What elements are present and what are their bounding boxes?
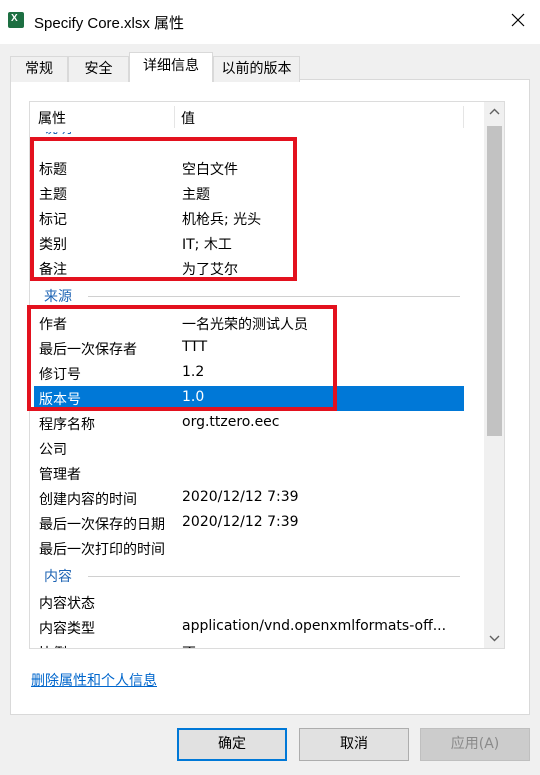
property-row[interactable]: 公司	[34, 436, 464, 461]
property-key: 程序名称	[39, 417, 95, 433]
property-key: 主题	[39, 187, 67, 203]
window-title: Specify Core.xlsx 属性	[34, 15, 185, 32]
property-value[interactable]: 主题	[182, 184, 210, 204]
excel-file-icon	[8, 12, 24, 28]
scroll-down-arrow-icon[interactable]	[484, 628, 504, 648]
ok-button[interactable]: 确定	[177, 728, 287, 761]
property-row[interactable]: 内容类型 application/vnd.openxmlformats-off..…	[34, 615, 464, 640]
property-key: 最后一次打印的时间	[39, 542, 165, 558]
group-divider	[88, 576, 460, 577]
cancel-button[interactable]: 取消	[299, 728, 409, 761]
list-body: 说明 标题 空白文件 主题 主题 标记 机枪兵; 光头 类别 IT; 木工 备注 为了艾尔…	[30, 132, 484, 648]
property-key: 备注	[39, 262, 67, 278]
property-row[interactable]: 标题 空白文件	[34, 156, 464, 181]
property-value[interactable]: 空白文件	[182, 159, 238, 179]
property-row[interactable]: 最后一次保存者 TTT	[34, 336, 464, 361]
tab-previous-versions[interactable]: 以前的版本	[213, 56, 300, 82]
property-value[interactable]: 2020/12/12 7:39	[182, 489, 299, 505]
property-row[interactable]: 主题 主题	[34, 181, 464, 206]
property-key: 管理者	[39, 467, 81, 483]
list-header: 属性 值	[30, 102, 504, 132]
property-row[interactable]: 标记 机枪兵; 光头	[34, 206, 464, 231]
property-value[interactable]: 机枪兵; 光头	[182, 209, 261, 229]
tab-strip: 常规 安全 详细信息 以前的版本	[10, 52, 530, 82]
property-value[interactable]: 1.2	[182, 364, 204, 380]
property-key: 比例	[39, 643, 67, 648]
group-label: 说明	[44, 132, 78, 138]
property-value[interactable]: org.ttzero.eec	[182, 414, 280, 430]
apply-button[interactable]: 应用(A)	[420, 728, 530, 761]
property-row[interactable]: 备注 为了艾尔	[34, 256, 464, 281]
property-row[interactable]: 类别 IT; 木工	[34, 231, 464, 256]
property-row[interactable]: 内容状态	[34, 590, 464, 615]
property-value[interactable]: TTT	[182, 339, 207, 355]
property-row-selected[interactable]: 版本号 1.0	[34, 386, 464, 411]
title-bar: Specify Core.xlsx 属性	[0, 0, 540, 44]
property-row[interactable]: 最后一次打印的时间	[34, 536, 464, 561]
tab-details[interactable]: 详细信息	[129, 52, 213, 82]
property-row[interactable]: 修订号 1.2	[34, 361, 464, 386]
group-label: 内容	[44, 566, 78, 586]
group-label: 来源	[44, 286, 78, 306]
property-value[interactable]: 1.0	[182, 389, 204, 405]
group-divider	[88, 296, 460, 297]
property-key: 内容状态	[39, 596, 95, 612]
column-separator[interactable]	[463, 106, 464, 128]
property-key: 创建内容的时间	[39, 492, 137, 508]
group-header-origin: 来源	[34, 284, 474, 309]
tab-general[interactable]: 常规	[10, 56, 68, 82]
property-value[interactable]: 否	[182, 643, 196, 648]
property-value[interactable]: application/vnd.openxmlformats-off...	[182, 618, 446, 634]
property-row[interactable]: 管理者	[34, 461, 464, 486]
tab-security[interactable]: 安全	[68, 56, 129, 82]
vertical-scrollbar[interactable]	[484, 102, 504, 648]
property-list[interactable]: 属性 值 说明 标题 空白文件 主题 主题 标记 机枪兵; 光头 类别 IT; 木工 备…	[29, 101, 505, 649]
property-key: 修订号	[39, 367, 81, 383]
column-header-value[interactable]: 值	[181, 108, 195, 128]
group-header-description: 说明	[34, 132, 474, 141]
property-key: 公司	[39, 442, 67, 458]
property-row[interactable]: 最后一次保存的日期 2020/12/12 7:39	[34, 511, 464, 536]
property-key: 作者	[39, 317, 67, 333]
property-value[interactable]: IT; 木工	[182, 234, 232, 254]
property-value[interactable]: 为了艾尔	[182, 259, 238, 279]
scroll-up-arrow-icon[interactable]	[484, 102, 504, 122]
property-key: 版本号	[39, 392, 81, 408]
property-key: 最后一次保存者	[39, 342, 137, 358]
column-header-property[interactable]: 属性	[38, 108, 66, 128]
property-key: 最后一次保存的日期	[39, 517, 165, 533]
property-row[interactable]: 作者 一名光荣的测试人员	[34, 311, 464, 336]
close-icon[interactable]	[508, 10, 528, 30]
property-row[interactable]: 创建内容的时间 2020/12/12 7:39	[34, 486, 464, 511]
scroll-thumb[interactable]	[487, 126, 502, 436]
property-value[interactable]: 2020/12/12 7:39	[182, 514, 299, 530]
property-key: 类别	[39, 237, 67, 253]
property-key: 标题	[39, 162, 67, 178]
property-key: 标记	[39, 212, 67, 228]
remove-properties-link[interactable]: 删除属性和个人信息	[31, 670, 157, 690]
property-key: 内容类型	[39, 621, 95, 637]
group-header-content: 内容	[34, 564, 474, 589]
column-separator[interactable]	[174, 106, 175, 128]
property-row[interactable]: 程序名称 org.ttzero.eec	[34, 411, 464, 436]
property-value[interactable]: 一名光荣的测试人员	[182, 314, 308, 334]
property-row[interactable]: 比例 否	[34, 640, 464, 648]
